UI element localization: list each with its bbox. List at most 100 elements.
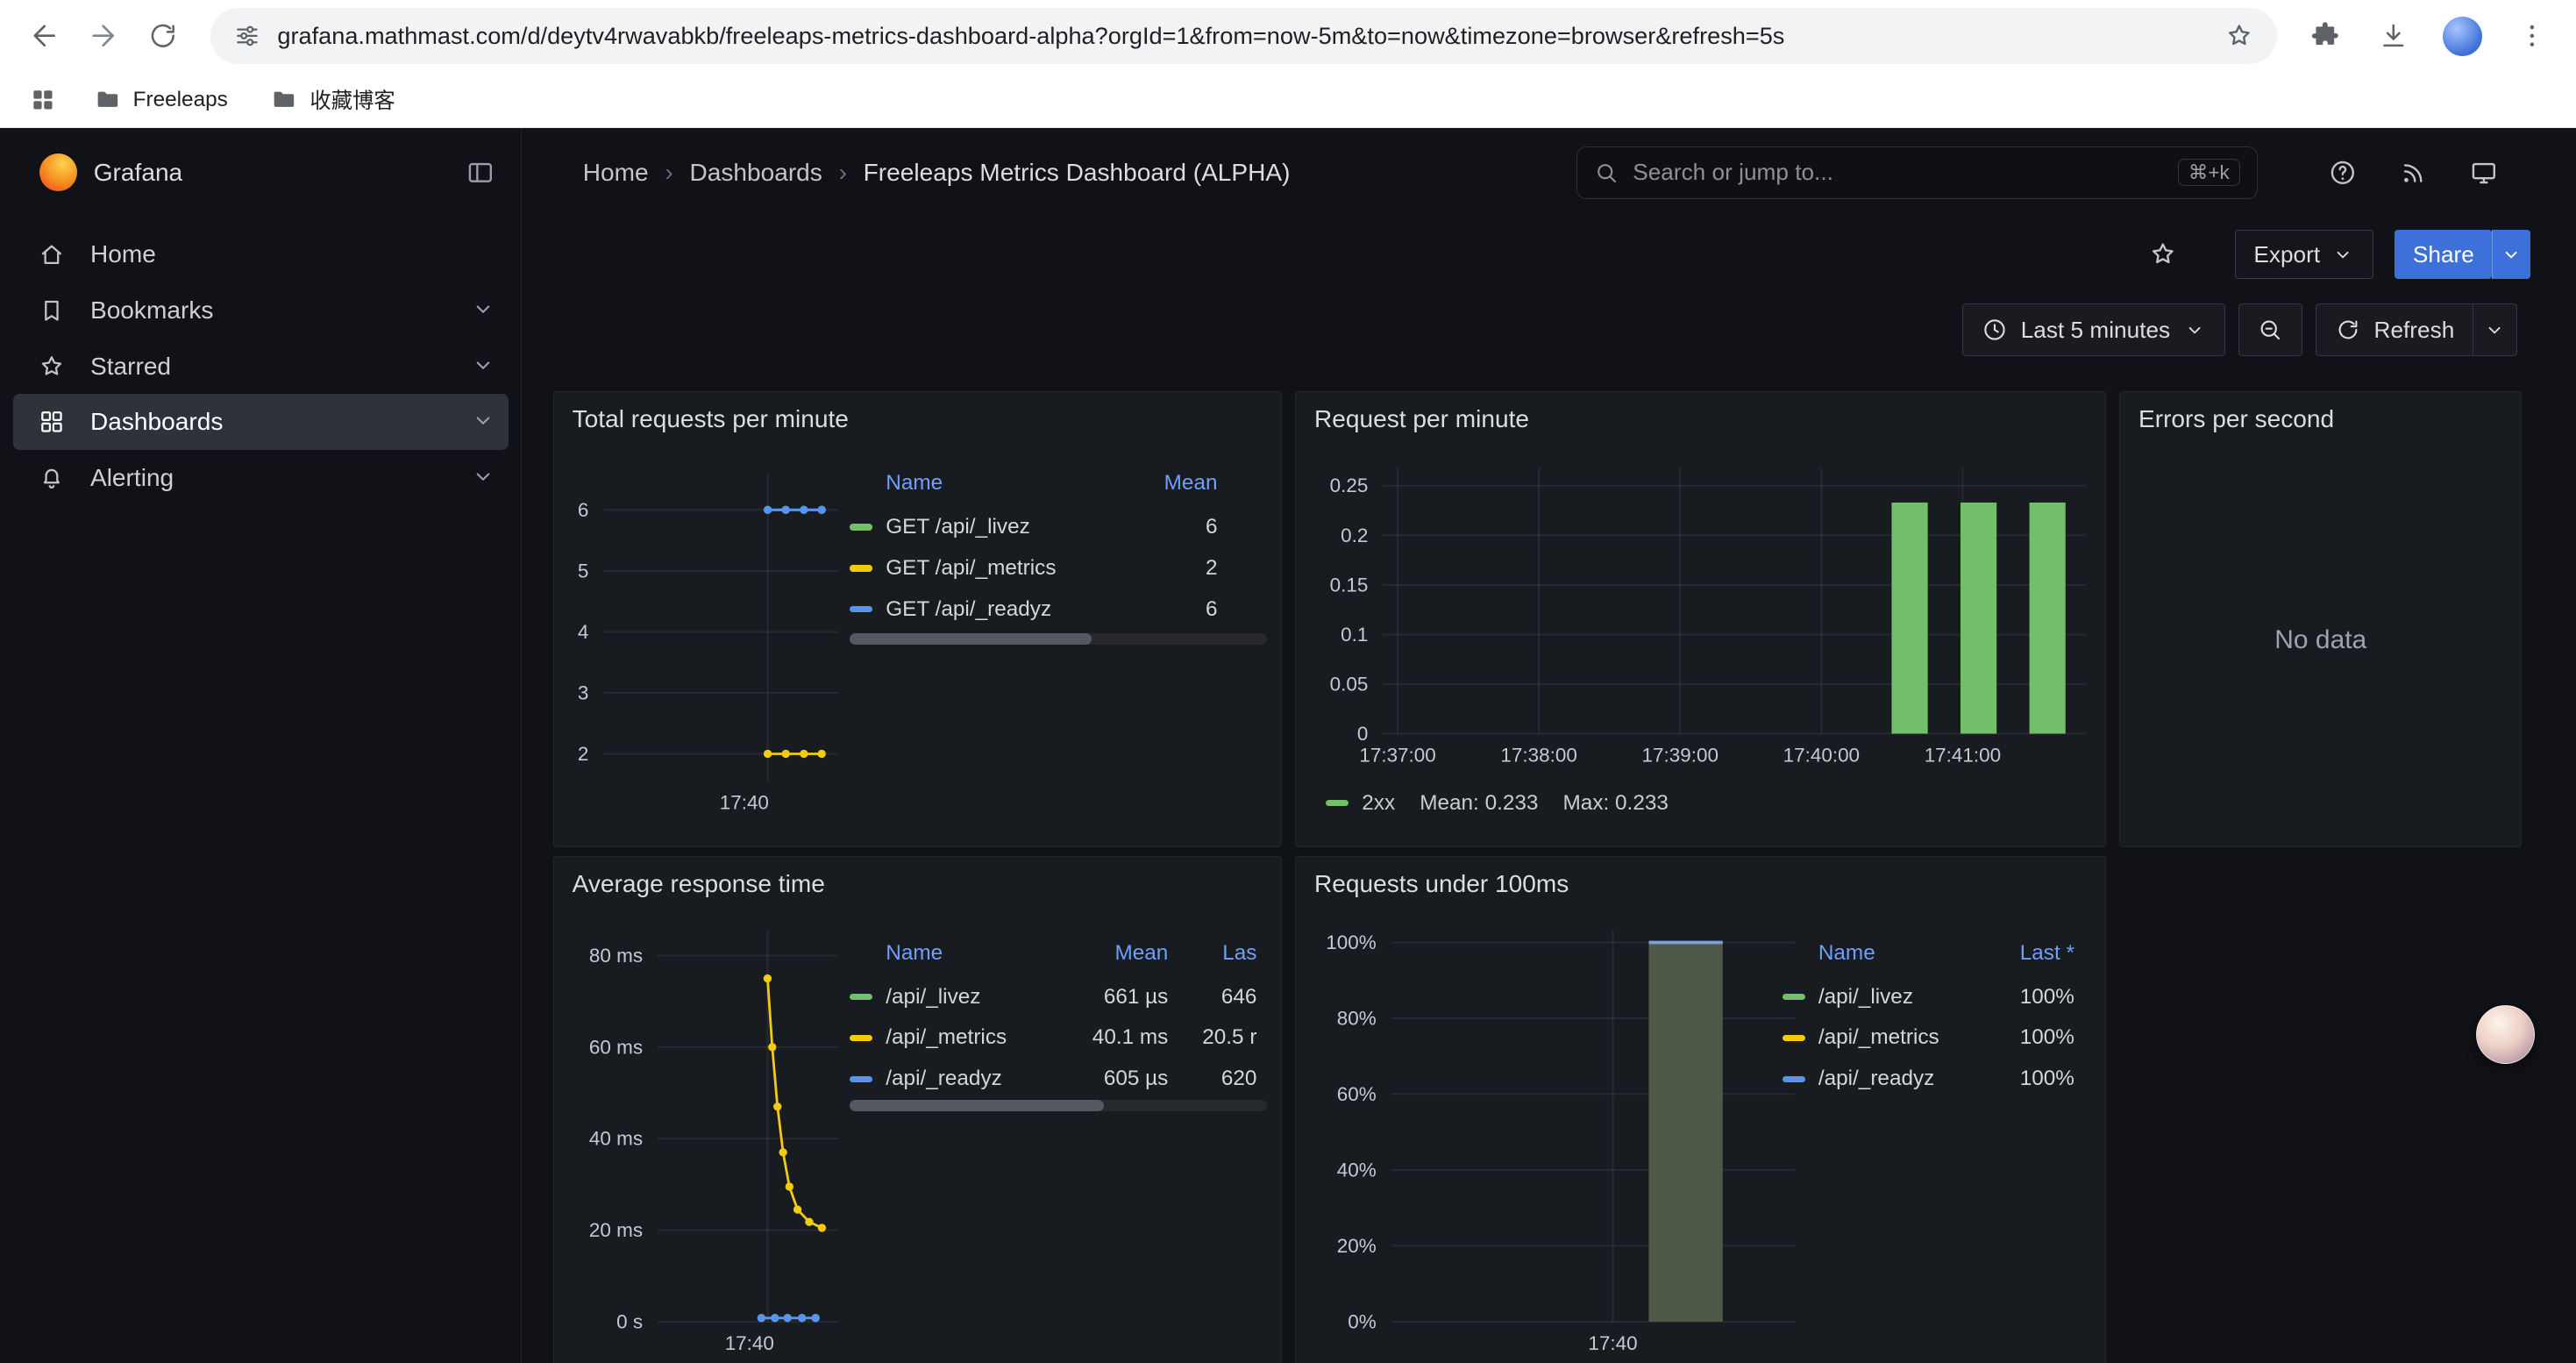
floating-avatar[interactable] (2476, 1005, 2535, 1064)
bookmark-folder-blogs[interactable]: 收藏博客 (256, 78, 410, 122)
back-button[interactable] (17, 8, 73, 64)
search-box[interactable]: ⌘+k (1576, 146, 2258, 199)
svg-text:0%: 0% (1348, 1310, 1377, 1332)
legend-scrollbar[interactable] (850, 1100, 1267, 1111)
bookmark-folder-freeleaps[interactable]: Freeleaps (79, 79, 243, 120)
sidebar-item-label: Alerting (90, 464, 174, 492)
brand-name: Grafana (94, 159, 466, 187)
zoom-out-button[interactable] (2238, 303, 2302, 356)
chevron-down-icon[interactable] (470, 352, 496, 378)
time-range-picker[interactable]: Last 5 minutes (1962, 303, 2225, 356)
breadcrumb-separator: › (665, 159, 672, 187)
series-last: 100% (1982, 1067, 2074, 1091)
refresh-button[interactable]: Refresh (2316, 303, 2473, 356)
site-settings-icon[interactable] (233, 22, 261, 50)
scrollbar-thumb[interactable] (850, 633, 1092, 645)
panel-errors-per-second: Errors per second No data (2119, 391, 2522, 848)
folder-icon (94, 86, 122, 114)
series-name[interactable]: /api/_metrics (886, 1025, 1060, 1050)
bookmarks-bar: Freeleaps 收藏博客 (0, 72, 2576, 128)
requests-under-100ms-chart[interactable]: 0%20%40%60%80%100%17:40 (1296, 857, 2106, 1363)
svg-text:100%: 100% (1327, 931, 1377, 953)
series-name[interactable]: GET /api/_readyz (886, 597, 1125, 622)
legend-scrollbar[interactable] (850, 633, 1267, 645)
breadcrumb-current: Freeleaps Metrics Dashboard (ALPHA) (864, 159, 1291, 187)
grafana-logo[interactable] (39, 153, 77, 191)
browser-actions (2297, 8, 2560, 64)
export-button[interactable]: Export (2235, 230, 2373, 279)
panel-title[interactable]: Errors per second (2138, 405, 2334, 433)
chevron-down-icon[interactable] (470, 407, 496, 433)
legend-col-name[interactable]: Name (886, 941, 1060, 966)
profile-button[interactable] (2435, 8, 2491, 64)
share-button[interactable]: Share (2395, 230, 2492, 279)
sidebar-header: Grafana (0, 145, 521, 201)
legend-col-mean[interactable]: Mean (1126, 471, 1218, 496)
sidebar-item-alerting[interactable]: Alerting (13, 450, 509, 506)
display-button[interactable] (2469, 158, 2499, 188)
svg-text:0.2: 0.2 (1341, 524, 1369, 546)
dock-menu-button[interactable] (466, 158, 495, 188)
grafana-app: Grafana Home Bookmarks Starred (0, 128, 2576, 1363)
chevron-down-icon (2500, 243, 2523, 266)
series-last: 100% (1982, 985, 2074, 1010)
sidebar-item-bookmarks[interactable]: Bookmarks (13, 282, 509, 339)
request-per-minute-chart[interactable]: 00.050.10.150.20.2517:37:0017:38:0017:39… (1296, 392, 2106, 848)
series-swatch (1783, 1035, 1805, 1041)
breadcrumb: Home › Dashboards › Freeleaps Metrics Da… (583, 128, 1291, 217)
series-name[interactable]: /api/_metrics (1818, 1025, 1982, 1050)
url-input[interactable] (277, 22, 2208, 50)
legend-col-last[interactable]: Las (1168, 941, 1266, 966)
forward-button[interactable] (75, 8, 132, 64)
legend-row: /api/_metrics 100% (1783, 1017, 2074, 1059)
chevron-down-icon[interactable] (470, 296, 496, 322)
series-name[interactable]: /api/_readyz (1818, 1067, 1982, 1091)
time-controls: Last 5 minutes Refresh (1962, 303, 2516, 356)
tab-groups-button[interactable] (19, 76, 65, 122)
sidebar-item-label: Dashboards (90, 408, 223, 436)
star-icon (2148, 239, 2178, 269)
bookmark-label: 收藏博客 (310, 84, 395, 115)
favorite-dashboard-button[interactable] (2148, 239, 2178, 269)
series-name[interactable]: /api/_livez (886, 985, 1060, 1010)
sidebar-item-dashboards[interactable]: Dashboards (13, 394, 509, 450)
browser-toolbar (0, 0, 2576, 72)
refresh-label: Refresh (2374, 317, 2455, 344)
legend-col-name[interactable]: Name (886, 471, 1125, 496)
sidebar-item-home[interactable]: Home (13, 226, 509, 282)
svg-text:0 s: 0 s (616, 1310, 643, 1332)
breadcrumb-home[interactable]: Home (583, 159, 649, 187)
news-button[interactable] (2399, 158, 2429, 188)
legend-col-name[interactable]: Name (1818, 941, 1982, 966)
sidebar-item-starred[interactable]: Starred (13, 339, 509, 395)
apps-icon (13, 408, 90, 436)
share-dropdown-button[interactable] (2492, 230, 2530, 279)
series-name[interactable]: GET /api/_metrics (886, 556, 1125, 581)
reload-button[interactable] (135, 8, 191, 64)
legend-col-mean[interactable]: Mean (1060, 941, 1169, 966)
no-data-message: No data (2120, 625, 2521, 655)
series-name[interactable]: GET /api/_livez (886, 515, 1125, 539)
legend: Name Last * /api/_livez 100% /api/_metri… (1783, 937, 2074, 1099)
legend-row: /api/_livez 661 µs 646 (850, 976, 1267, 1017)
breadcrumb-dashboards[interactable]: Dashboards (689, 159, 822, 187)
legend-col-last[interactable]: Last * (1982, 941, 2074, 966)
url-bar[interactable] (210, 8, 2278, 64)
help-button[interactable] (2328, 158, 2358, 188)
browser-menu-button[interactable] (2504, 8, 2560, 64)
refresh-interval-dropdown[interactable] (2473, 303, 2517, 356)
series-name[interactable]: 2xx (1362, 791, 1395, 816)
series-name[interactable]: /api/_readyz (886, 1067, 1060, 1091)
chevron-down-icon[interactable] (470, 463, 496, 489)
search-input[interactable] (1633, 159, 2164, 186)
downloads-button[interactable] (2366, 8, 2422, 64)
scrollbar-thumb[interactable] (850, 1100, 1104, 1111)
bookmark-star-icon[interactable] (2224, 21, 2254, 51)
svg-text:17:40: 17:40 (725, 1331, 774, 1353)
svg-text:17:40:00: 17:40:00 (1783, 744, 1860, 766)
clock-icon (1982, 317, 2008, 343)
extensions-button[interactable] (2297, 8, 2353, 64)
legend-row: /api/_readyz 605 µs 620 (850, 1059, 1267, 1100)
series-name[interactable]: /api/_livez (1818, 985, 1982, 1010)
share-split-button: Share (2395, 230, 2530, 279)
